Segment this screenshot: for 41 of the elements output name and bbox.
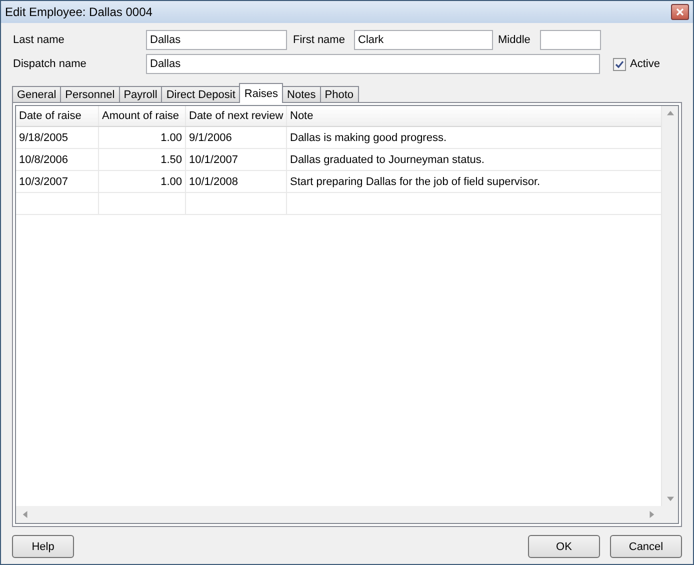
table-cell: 10/3/2007 bbox=[16, 171, 99, 192]
tab[interactable]: Direct Deposit bbox=[161, 86, 240, 103]
input-field[interactable]: Clark bbox=[354, 30, 493, 50]
field-label: Middle bbox=[497, 34, 532, 46]
tab[interactable]: Payroll bbox=[118, 86, 162, 103]
window-title: Edit Employee: Dallas 0004 bbox=[5, 5, 152, 19]
tab[interactable]: General bbox=[12, 86, 62, 103]
checkbox-label: Active bbox=[630, 58, 660, 70]
up-arrow-icon[interactable] bbox=[666, 110, 674, 117]
help-button[interactable]: Help bbox=[12, 535, 74, 558]
column-header[interactable]: Date of next review bbox=[186, 106, 287, 126]
input-field[interactable]: Dallas bbox=[146, 30, 287, 50]
field-label: First name bbox=[292, 34, 346, 46]
input-field[interactable]: Dallas bbox=[146, 54, 600, 74]
column-header[interactable]: Date of raise bbox=[16, 106, 99, 126]
left-arrow-icon[interactable] bbox=[22, 511, 29, 518]
checkbox[interactable] bbox=[613, 58, 626, 70]
table-cell: 9/1/2006 bbox=[186, 127, 287, 148]
table-cell: 9/18/2005 bbox=[16, 127, 99, 148]
tab[interactable]: Personnel bbox=[60, 86, 120, 103]
right-arrow-icon[interactable] bbox=[648, 511, 655, 518]
table-cell: 10/8/2006 bbox=[16, 149, 99, 170]
tab[interactable]: Raises bbox=[239, 83, 284, 103]
column-header[interactable]: Amount of raise bbox=[99, 106, 186, 126]
field-label: Dispatch name bbox=[12, 58, 88, 70]
table-cell: 10/1/2007 bbox=[186, 149, 287, 170]
close-icon bbox=[676, 8, 684, 16]
table-cell: 1.00 bbox=[99, 171, 186, 192]
table-cell: 10/1/2008 bbox=[186, 171, 287, 192]
table-cell: 1.50 bbox=[99, 149, 186, 170]
down-arrow-icon[interactable] bbox=[666, 495, 674, 502]
close-button[interactable] bbox=[671, 4, 689, 20]
table-cell: 1.00 bbox=[99, 127, 186, 148]
ok-button[interactable]: OK bbox=[528, 535, 600, 558]
cancel-button[interactable]: Cancel bbox=[610, 535, 682, 558]
horizontal-scrollbar[interactable] bbox=[16, 506, 661, 523]
tab[interactable]: Notes bbox=[282, 86, 321, 103]
input-field[interactable] bbox=[540, 30, 601, 50]
field-label: Last name bbox=[12, 34, 66, 46]
vertical-scrollbar[interactable] bbox=[661, 106, 678, 506]
tab[interactable]: Photo bbox=[320, 86, 359, 103]
